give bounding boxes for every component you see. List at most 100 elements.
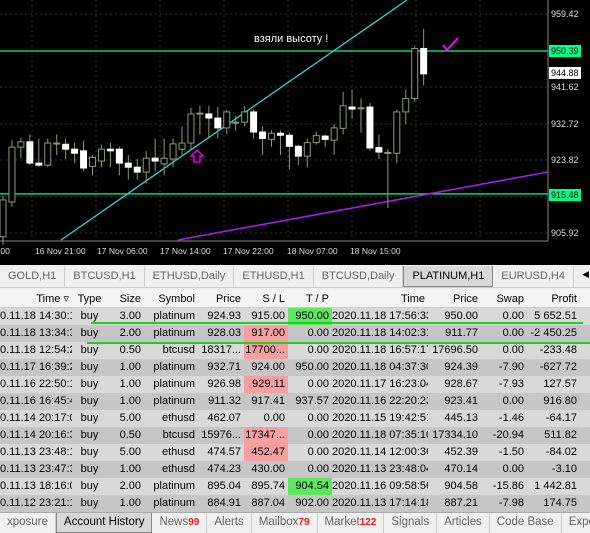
candle-bull (312, 135, 320, 144)
table-row[interactable]: 0.11.14 20:16:38buy0.50btcusd15976...173… (0, 427, 590, 444)
candle-bull (357, 107, 365, 110)
table-cell: 174.75 (543, 497, 577, 509)
column-header[interactable]: Symbol (144, 290, 198, 307)
highlight-underline-1 (91, 322, 583, 324)
candle-bull (142, 157, 150, 173)
table-cell: 0.11.18 12:54:25 (0, 344, 72, 356)
terminal-tab[interactable]: Market122 (318, 513, 385, 533)
table-cell: buy (80, 480, 99, 492)
table-cell: -233.48 (539, 344, 577, 356)
terminal-tab[interactable]: Account History (55, 513, 153, 533)
chart-tab[interactable]: BTCUSD,Daily (314, 266, 404, 287)
table-row[interactable]: 0.11.18 13:34:38 buy 2.00 platinum 928.03917… (0, 325, 590, 342)
terminal-tab[interactable]: Signals (384, 513, 438, 533)
terminal-tab[interactable]: xposure (0, 513, 56, 533)
time-axis-label: :00 (0, 246, 10, 256)
table-row[interactable]: 0.11.16 16:45:41 buy 1.00 platinum 911.32 917… (0, 393, 590, 410)
table-cell: 0.11.18 14:30:10 (0, 310, 72, 322)
column-header[interactable]: Type (72, 290, 110, 307)
table-cell: 430.00 (251, 463, 285, 475)
candle-bear (321, 135, 329, 140)
table-cell: 17700... (244, 342, 288, 359)
table-row[interactable]: 0.11.13 23:47:32 buy 1.00 ethusd 474.23 430.0… (0, 461, 590, 478)
table-row[interactable]: 0.11.13 18:16:04 buy 2.00 platinum 895.04 895… (0, 478, 590, 495)
column-header[interactable]: Time ▿ (0, 290, 72, 307)
support-trendline (177, 171, 549, 241)
table-cell: 0.11.18 13:34:38 (0, 327, 72, 339)
table-cell: 916.80 (543, 395, 577, 407)
table-cell: -20.94 (492, 429, 524, 441)
column-header[interactable]: Profit (527, 290, 580, 307)
table-cell: 2.00 (119, 480, 141, 492)
uptrend-line (60, 0, 408, 241)
column-header[interactable]: Price (198, 290, 244, 307)
checkmark-icon (442, 37, 459, 52)
table-cell: 0.11.16 16:45:41 (0, 395, 72, 407)
chart-tab[interactable]: ETHUSD,Daily (145, 266, 235, 287)
table-cell: 15976... (201, 429, 241, 441)
table-cell: 17347... (244, 427, 288, 444)
current-price-label: 944.88 (549, 67, 581, 79)
table-cell: 2020.11.15 19:42:51 (332, 412, 428, 424)
table-cell: 0.00 (307, 344, 329, 356)
terminal-tab[interactable]: Exper (562, 513, 590, 533)
table-cell: 0.00 (263, 412, 285, 424)
table-cell: 932.71 (207, 361, 241, 373)
terminal-tab[interactable]: Articles (437, 513, 490, 533)
terminal-tab[interactable]: News99 (152, 513, 208, 533)
tab-scroll-arrows-icon[interactable]: ◀▶ (574, 266, 590, 287)
table-cell: 0.00 (307, 446, 329, 458)
table-row[interactable]: 0.11.17 16:39:29 buy 1.00 platinum 932.71 924… (0, 359, 590, 376)
column-header[interactable]: Price (428, 290, 481, 307)
terminal-tab[interactable]: Code Base (490, 513, 562, 533)
candle-bear (259, 131, 267, 140)
chart-tab[interactable]: EURUSD,H4 (493, 266, 574, 287)
table-cell: 0.00 (502, 463, 524, 475)
terminal-tabs-bar: xposure Account History News99 Alerts Mailbo… (0, 512, 590, 533)
candle-bull (89, 156, 96, 167)
table-row[interactable]: 0.11.16 22:50:16 buy 1.00 platinum 926.98929… (0, 376, 590, 393)
candle-bear (205, 113, 213, 119)
chart-tab[interactable]: GOLD,H1 (0, 266, 66, 287)
table-cell: buy (80, 412, 99, 424)
table-row[interactable]: 0.11.12 23:21:19 buy 1.00 platinum 884.91 887… (0, 495, 590, 512)
table-cell: buy (80, 361, 99, 373)
table-cell: platinum (153, 497, 195, 509)
price-chart[interactable]: взяли высоту ! :00 16 Nov 21:00 17 Nov 06:… (0, 0, 590, 265)
column-header[interactable]: S / L (244, 290, 288, 307)
candle-bull (44, 142, 52, 166)
chart-tab[interactable]: BTCUSD,H1 (65, 266, 145, 287)
candle-bull (303, 142, 311, 157)
table-cell: 0.00 (502, 327, 524, 339)
table-cell: 474.57 (207, 446, 241, 458)
candle-bull (223, 111, 231, 129)
table-cell: 928.67 (444, 378, 478, 390)
candle-bear (366, 106, 374, 149)
table-row[interactable]: 0.11.13 23:48:18 buy 5.00 ethusd 474.57452.4… (0, 444, 590, 461)
candle-bull (339, 105, 347, 129)
column-header[interactable]: Swap (481, 290, 527, 307)
table-cell: ethusd (161, 463, 195, 475)
table-cell: 511.82 (544, 429, 577, 441)
table-cell: 929.11 (244, 376, 288, 393)
table-cell: -64.17 (545, 412, 577, 424)
table-cell: buy (80, 446, 99, 458)
table-cell: 2020.11.13 17:14:18 (332, 497, 428, 509)
table-row[interactable]: 0.11.14 20:17:02 buy 5.00 ethusd 462.07 0.00 0… (0, 410, 590, 427)
column-header[interactable]: Size (110, 290, 144, 307)
table-cell: 1.00 (119, 395, 141, 407)
column-header[interactable]: Time (332, 290, 428, 307)
table-row[interactable]: 0.11.18 12:54:25 buy 0.50 btcusd 18317...177… (0, 342, 590, 359)
candle-bull (8, 146, 16, 203)
time-axis-label: 17 Nov 14:00 (160, 246, 211, 256)
chart-tab[interactable]: PLATINUM,H1 (403, 266, 494, 287)
terminal-tab[interactable]: Alerts (207, 513, 252, 533)
terminal-tab[interactable]: Mailbox79 (252, 513, 318, 533)
table-cell: 2020.11.18 16:57:17 (332, 344, 428, 356)
table-cell: -1.50 (498, 446, 524, 458)
table-cell: 928.03 (207, 327, 241, 339)
table-cell: 2020.11.13 23:48:04 (332, 463, 428, 475)
chart-tab[interactable]: ETHUSD,H1 (234, 266, 314, 287)
column-header[interactable]: T / P (288, 290, 332, 307)
table-cell: 926.98 (207, 378, 241, 390)
